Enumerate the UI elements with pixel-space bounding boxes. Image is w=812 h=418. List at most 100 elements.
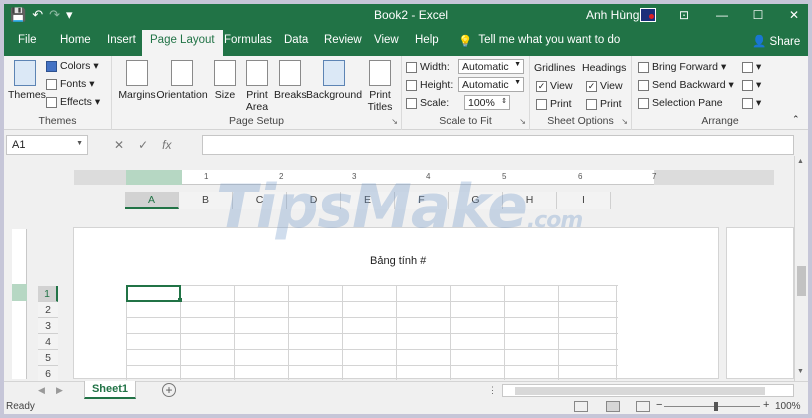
column-header-f[interactable]: F: [395, 192, 449, 209]
tab-page-layout[interactable]: Page Layout: [142, 30, 223, 56]
column-header-g[interactable]: G: [449, 192, 503, 209]
selection-pane-button[interactable]: Selection Pane: [638, 97, 723, 109]
column-header-i[interactable]: I: [557, 192, 611, 209]
cancel-icon[interactable]: ✕: [114, 138, 124, 152]
quick-access-toolbar: 💾 ↶ ↷ ▾: [10, 7, 73, 23]
column-header-e[interactable]: E: [341, 192, 395, 209]
gridlines-print-checkbox[interactable]: Print: [536, 98, 572, 110]
column-header-d[interactable]: D: [287, 192, 341, 209]
normal-view-icon[interactable]: [574, 401, 588, 412]
zoom-slider[interactable]: [664, 406, 760, 407]
height-select[interactable]: Automatic ▼: [458, 77, 524, 92]
collapse-ribbon-icon[interactable]: ⌃: [792, 114, 800, 125]
margins-button[interactable]: Margins: [118, 58, 156, 101]
tab-help[interactable]: Help: [415, 34, 439, 46]
customize-qat-icon[interactable]: ▾: [66, 7, 73, 23]
ruler-mark: 6: [578, 172, 583, 181]
column-header-b[interactable]: B: [179, 192, 233, 209]
undo-icon[interactable]: ↶: [32, 7, 43, 23]
fonts-button[interactable]: Fonts ▾: [46, 78, 95, 90]
ruler-mark: 4: [426, 172, 431, 181]
cell-grid[interactable]: [126, 285, 618, 380]
colors-button[interactable]: Colors ▾: [46, 60, 99, 72]
row-header-4[interactable]: 4: [38, 334, 58, 350]
fonts-label: Fonts: [60, 78, 87, 90]
tell-me-search[interactable]: 💡 Tell me what you want to do: [458, 34, 620, 48]
tab-home[interactable]: Home: [60, 34, 91, 46]
prev-sheet-icon[interactable]: ◀: [38, 385, 45, 396]
save-icon[interactable]: 💾: [10, 7, 26, 23]
user-name[interactable]: Anh Hùng: [586, 8, 639, 22]
formula-input[interactable]: [202, 135, 794, 155]
headings-view-checkbox[interactable]: ✓ View: [586, 80, 623, 92]
send-backward-button[interactable]: Send Backward ▾: [638, 79, 734, 91]
horizontal-scroll-thumb[interactable]: [515, 387, 765, 395]
margins-icon: [126, 60, 148, 86]
tab-file[interactable]: File: [18, 34, 37, 46]
vertical-scrollbar[interactable]: ▲ ▼: [794, 156, 808, 381]
align-button[interactable]: ▾: [742, 61, 761, 73]
active-cell-a1: [126, 285, 181, 302]
zoom-out-icon[interactable]: −: [656, 399, 662, 411]
rotate-button[interactable]: ▾: [742, 97, 761, 109]
zoom-in-icon[interactable]: +: [763, 399, 769, 411]
scale-spinner[interactable]: 100% ⇕: [464, 95, 510, 110]
scroll-up-icon[interactable]: ▲: [797, 158, 804, 165]
vertical-scroll-thumb[interactable]: [797, 266, 806, 296]
insert-function-icon[interactable]: fx: [162, 138, 171, 152]
row-header-3[interactable]: 3: [38, 318, 58, 334]
zoom-slider-knob[interactable]: [714, 402, 718, 411]
background-button[interactable]: Background: [306, 58, 362, 101]
column-header-a[interactable]: A: [125, 192, 179, 209]
breaks-icon: [279, 60, 301, 86]
add-sheet-icon[interactable]: +: [162, 383, 176, 397]
ribbon-display-options-button[interactable]: ⊡: [672, 6, 696, 24]
column-header-c[interactable]: C: [233, 192, 287, 209]
page-setup-launcher-icon[interactable]: ↘: [391, 117, 398, 126]
column-header-h[interactable]: H: [503, 192, 557, 209]
row-header-5[interactable]: 5: [38, 350, 58, 366]
gridlines-view-checkbox[interactable]: ✓ View: [536, 80, 573, 92]
share-button[interactable]: 👤 Share: [752, 34, 800, 48]
tab-review[interactable]: Review: [324, 34, 362, 46]
enter-icon[interactable]: ✓: [138, 138, 148, 152]
redo-icon[interactable]: ↷: [49, 7, 60, 23]
page-break-preview-icon[interactable]: [636, 401, 650, 412]
orientation-button[interactable]: Orientation: [156, 58, 208, 101]
sheet-tab-sheet1[interactable]: Sheet1: [84, 381, 136, 399]
sheet-options-launcher-icon[interactable]: ↘: [621, 117, 628, 126]
group-label-sheet-options: Sheet Options: [547, 115, 614, 127]
user-avatar[interactable]: [640, 8, 656, 22]
effects-button[interactable]: Effects ▾: [46, 96, 100, 108]
minimize-button[interactable]: —: [710, 6, 734, 24]
name-box[interactable]: A1 ▼: [6, 135, 88, 155]
row-header-2[interactable]: 2: [38, 302, 58, 318]
close-button[interactable]: ✕: [782, 6, 806, 24]
row-header-6[interactable]: 6: [38, 366, 58, 382]
row-header-1[interactable]: 1: [38, 286, 58, 302]
width-select[interactable]: Automatic ▼: [458, 59, 524, 74]
print-area-button[interactable]: Print Area: [242, 58, 272, 113]
zoom-level[interactable]: 100%: [775, 401, 801, 412]
scale-launcher-icon[interactable]: ↘: [519, 117, 526, 126]
page-header[interactable]: Bảng tính #: [370, 255, 426, 267]
group-objects-button[interactable]: ▾: [742, 79, 761, 91]
tab-split-handle-icon[interactable]: ⋮: [488, 385, 497, 396]
print-titles-button[interactable]: Print Titles: [364, 58, 396, 113]
tab-data[interactable]: Data: [284, 34, 308, 46]
size-button[interactable]: Size: [210, 58, 240, 101]
horizontal-scrollbar[interactable]: [502, 384, 794, 397]
colors-icon: [46, 60, 57, 72]
maximize-button[interactable]: ☐: [746, 6, 770, 24]
tab-insert[interactable]: Insert: [107, 34, 136, 46]
tab-formulas[interactable]: Formulas: [224, 34, 272, 46]
group-page-setup: Margins Orientation Size Print Area Brea…: [112, 56, 402, 130]
bring-forward-button[interactable]: Bring Forward ▾: [638, 61, 726, 73]
next-sheet-icon[interactable]: ▶: [56, 385, 63, 396]
themes-button[interactable]: Themes: [8, 58, 46, 101]
scroll-down-icon[interactable]: ▼: [797, 368, 804, 375]
page-layout-view-icon[interactable]: [606, 401, 620, 412]
headings-print-checkbox[interactable]: Print: [586, 98, 622, 110]
tab-view[interactable]: View: [374, 34, 399, 46]
breaks-button[interactable]: Breaks: [274, 58, 307, 101]
